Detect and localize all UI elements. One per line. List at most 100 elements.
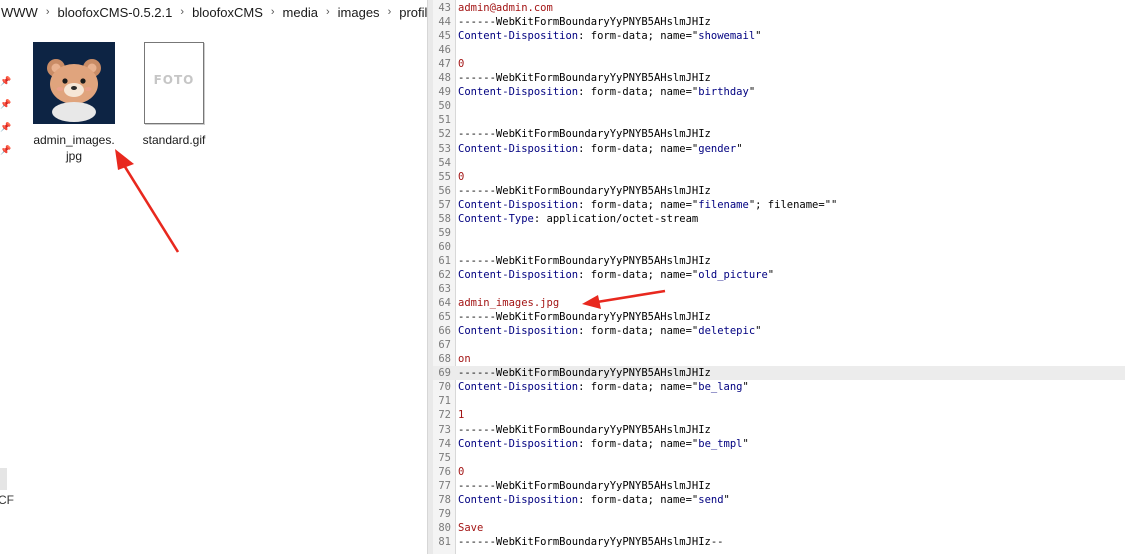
- line-number: 77: [438, 479, 451, 492]
- nav-pane-item-label[interactable]: CF: [0, 493, 14, 507]
- line-number: 51: [438, 114, 451, 127]
- line-number: 56: [438, 184, 451, 197]
- line-number: 70: [438, 381, 451, 394]
- code-line[interactable]: 53 Content-Disposition: form-data; name= "…: [433, 142, 1125, 156]
- code-token: :: [578, 437, 591, 450]
- code-line[interactable]: 78 Content-Disposition: form-data; name= "…: [433, 493, 1125, 507]
- file-item-standard-gif[interactable]: FOTO standard.gif: [130, 40, 218, 148]
- line-number: 67: [438, 339, 451, 352]
- code-token: :: [578, 493, 591, 506]
- code-line[interactable]: 73 ------WebKitFormBoundaryYyPNYB5AHslmJH…: [433, 423, 1125, 437]
- code-token: form-data; name=: [590, 30, 692, 43]
- code-line[interactable]: 74 Content-Disposition: form-data; name= "…: [433, 437, 1125, 451]
- code-line[interactable]: 72 1: [433, 408, 1125, 422]
- code-line[interactable]: 59: [433, 226, 1125, 240]
- code-line[interactable]: 43 admin@admin.com: [433, 1, 1125, 15]
- code-token: Content-Disposition: [458, 325, 579, 338]
- code-token: :: [533, 212, 547, 225]
- code-line[interactable]: 48 ------WebKitFormBoundaryYyPNYB5AHslmJH…: [433, 71, 1125, 85]
- code-line[interactable]: 76 0: [433, 465, 1125, 479]
- file-name[interactable]: admin_images.jpg: [30, 132, 118, 164]
- line-number: 79: [438, 507, 451, 520]
- chevron-right-icon[interactable]: ›: [320, 6, 336, 18]
- code-line[interactable]: 71: [433, 394, 1125, 408]
- code-line[interactable]: 67: [433, 338, 1125, 352]
- line-number: 52: [438, 128, 451, 141]
- code-line[interactable]: 75: [433, 451, 1125, 465]
- line-number: 62: [438, 268, 451, 281]
- breadcrumb-item[interactable]: bloofoxCMS-0.5.2.1: [55, 5, 174, 20]
- breadcrumb-item[interactable]: images: [336, 5, 382, 20]
- code-token: ": [767, 268, 775, 281]
- code-line[interactable]: 66 Content-Disposition: form-data; name= "…: [433, 324, 1125, 338]
- code-line[interactable]: 79: [433, 507, 1125, 521]
- code-line[interactable]: 46: [433, 43, 1125, 57]
- code-token: ------WebKitFormBoundaryYyPNYB5AHslmJHIz: [458, 311, 711, 324]
- code-line[interactable]: 65 ------WebKitFormBoundaryYyPNYB5AHslmJH…: [433, 310, 1125, 324]
- code-line[interactable]: 54: [433, 156, 1125, 170]
- code-line[interactable]: 52 ------WebKitFormBoundaryYyPNYB5AHslmJH…: [433, 127, 1125, 141]
- breadcrumb-item[interactable]: media: [281, 5, 320, 20]
- code-line[interactable]: 81 ------WebKitFormBoundaryYyPNYB5AHslmJH…: [433, 535, 1125, 549]
- code-line[interactable]: 47 0: [433, 57, 1125, 71]
- code-token: ------WebKitFormBoundaryYyPNYB5AHslmJHIz…: [458, 535, 724, 548]
- pin-icon: 📌: [0, 145, 12, 155]
- code-line[interactable]: 77 ------WebKitFormBoundaryYyPNYB5AHslmJH…: [433, 479, 1125, 493]
- code-token: ": [755, 325, 762, 338]
- line-number: 49: [438, 86, 451, 99]
- code-token: on: [458, 353, 471, 366]
- code-token: ": [748, 86, 756, 99]
- line-number: 68: [438, 353, 451, 366]
- chevron-right-icon[interactable]: ›: [174, 6, 190, 18]
- code-line[interactable]: 68 on: [433, 352, 1125, 366]
- chevron-right-icon[interactable]: ›: [40, 6, 56, 18]
- code-line[interactable]: 63: [433, 282, 1125, 296]
- file-item-admin-images[interactable]: admin_images.jpg: [30, 40, 118, 164]
- file-name[interactable]: standard.gif: [130, 132, 218, 148]
- breadcrumb-item[interactable]: bloofoxCMS: [190, 5, 265, 20]
- breadcrumb-item[interactable]: WWW: [0, 5, 40, 20]
- code-token: old_picture: [698, 268, 768, 281]
- code-line[interactable]: 45 Content-Disposition: form-data; name= "…: [433, 29, 1125, 43]
- code-token: form-data; name=: [590, 86, 692, 99]
- code-line[interactable]: 70 Content-Disposition: form-data; name= "…: [433, 380, 1125, 394]
- code-editor[interactable]: 43 admin@admin.com 44 ------WebKitFormBound…: [433, 0, 1125, 554]
- code-token: Content-Disposition: [458, 86, 579, 99]
- code-token: Content-Disposition: [458, 381, 579, 394]
- chevron-right-icon[interactable]: ›: [382, 6, 398, 18]
- bear-avatar-image: [33, 42, 115, 124]
- code-token: admin@admin.com: [458, 2, 553, 14]
- code-line[interactable]: 69 ------WebKitFormBoundaryYyPNYB5AHslmJH…: [433, 366, 1125, 381]
- code-line[interactable]: 60: [433, 240, 1125, 254]
- nav-pane-selection[interactable]: [0, 468, 7, 490]
- code-token: be_tmpl: [698, 437, 743, 450]
- code-token: Content-Disposition: [458, 30, 579, 43]
- code-line[interactable]: 51: [433, 113, 1125, 127]
- code-token: Content-Disposition: [458, 437, 579, 450]
- line-number: 43: [438, 2, 451, 14]
- code-line[interactable]: 56 ------WebKitFormBoundaryYyPNYB5AHslmJH…: [433, 184, 1125, 198]
- foto-placeholder-image: FOTO: [144, 42, 204, 124]
- line-number: 65: [438, 311, 451, 324]
- breadcrumb-item[interactable]: profiles: [397, 5, 427, 20]
- code-line[interactable]: 80 Save: [433, 521, 1125, 535]
- line-number: 71: [438, 395, 451, 408]
- line-number: 74: [438, 437, 451, 450]
- line-number: 76: [438, 465, 451, 478]
- code-line[interactable]: 55 0: [433, 170, 1125, 184]
- code-token: 0: [458, 170, 465, 183]
- code-token: admin_images.jpg: [458, 297, 560, 310]
- code-line[interactable]: 64 admin_images.jpg: [433, 296, 1125, 310]
- code-line[interactable]: 44 ------WebKitFormBoundaryYyPNYB5AHslmJH…: [433, 15, 1125, 29]
- code-token: ------WebKitFormBoundaryYyPNYB5AHslmJHIz: [458, 254, 711, 267]
- chevron-right-icon[interactable]: ›: [265, 6, 281, 18]
- code-line[interactable]: 61 ------WebKitFormBoundaryYyPNYB5AHslmJH…: [433, 254, 1125, 268]
- code-line[interactable]: 58 Content-Type: application/octet-stream: [433, 212, 1125, 226]
- line-number: 54: [438, 156, 451, 169]
- code-token: Content-Disposition: [458, 493, 579, 506]
- line-number: 57: [438, 198, 451, 211]
- code-line[interactable]: 62 Content-Disposition: form-data; name= "…: [433, 268, 1125, 282]
- code-line[interactable]: 50: [433, 99, 1125, 113]
- code-line[interactable]: 57 Content-Disposition: form-data; name= "…: [433, 198, 1125, 212]
- code-line[interactable]: 49 Content-Disposition: form-data; name= "…: [433, 85, 1125, 99]
